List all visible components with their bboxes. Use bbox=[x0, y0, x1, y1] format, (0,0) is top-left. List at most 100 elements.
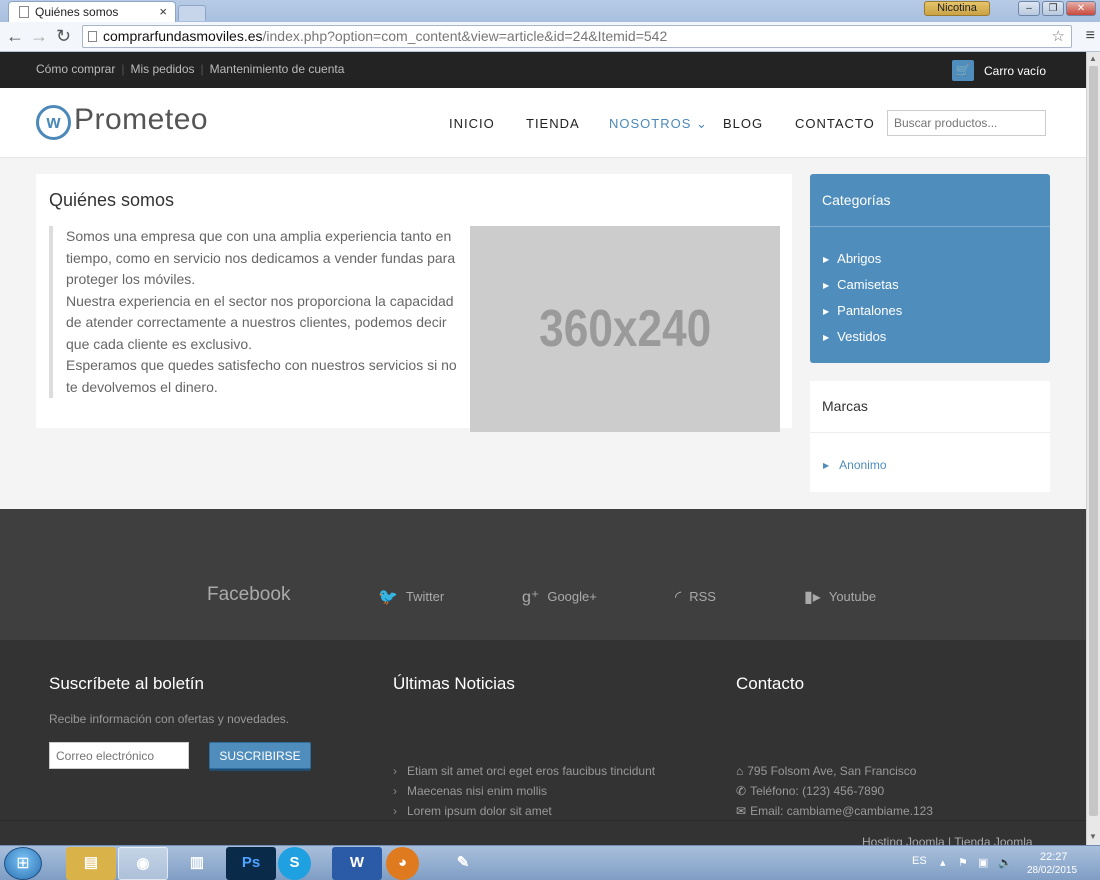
address-bar[interactable]: comprarfundasmoviles.es/index.php?option… bbox=[82, 25, 1072, 48]
tray-expand-icon[interactable]: ▴ bbox=[940, 856, 946, 869]
menu-item-tienda[interactable]: TIENDA bbox=[526, 116, 580, 131]
file-explorer-icon[interactable]: ▤ bbox=[66, 847, 116, 880]
youtube-link[interactable]: ▮▸ Youtube bbox=[804, 587, 876, 607]
news-item[interactable]: › Lorem ipsum dolor sit amet bbox=[393, 804, 552, 818]
maximize-button[interactable]: ❐ bbox=[1042, 1, 1064, 16]
chevron-right-icon: › bbox=[393, 764, 397, 778]
profile-badge[interactable]: Nicotina bbox=[924, 1, 990, 16]
brands-title: Marcas bbox=[822, 398, 868, 414]
google-plus-label: Google+ bbox=[547, 589, 597, 604]
tab-close-icon[interactable]: × bbox=[159, 2, 167, 22]
url-host: comprarfundasmoviles.es bbox=[103, 28, 263, 44]
menu-item-inicio[interactable]: INICIO bbox=[449, 116, 495, 131]
phone-icon: ✆ bbox=[736, 784, 747, 798]
article-line: Esperamos que quedes satisfecho con nues… bbox=[66, 357, 457, 373]
category-item[interactable]: ▶ Pantalones bbox=[823, 303, 902, 318]
chevron-right-icon: › bbox=[393, 804, 397, 818]
category-item[interactable]: ▶ Vestidos bbox=[823, 329, 886, 344]
chevron-down-icon: ⌄ bbox=[696, 116, 708, 131]
account-links: Cómo comprar | Mis pedidos | Mantenimiento d… bbox=[36, 62, 344, 76]
category-label: Pantalones bbox=[837, 303, 903, 318]
close-window-button[interactable]: ✕ bbox=[1066, 1, 1096, 16]
scroll-up-icon[interactable]: ▲ bbox=[1089, 54, 1097, 63]
top-bar: Cómo comprar | Mis pedidos | Mantenimiento d… bbox=[0, 52, 1086, 88]
article-line: Nuestra experiencia en el sector nos pro… bbox=[66, 292, 454, 309]
brand-label: Anonimo bbox=[839, 458, 887, 472]
chrome-icon[interactable]: ◉ bbox=[118, 847, 168, 880]
page-scrollbar[interactable]: ▲ ▼ bbox=[1086, 52, 1100, 845]
clock-time[interactable]: 22:27 bbox=[1040, 851, 1068, 863]
volume-icon[interactable]: 🔈 bbox=[998, 856, 1012, 869]
article-panel: Quiénes somos Somos una empresa que con … bbox=[36, 174, 792, 432]
brands-panel: Marcas ▶ Anonimo bbox=[810, 381, 1050, 492]
news-title: Últimas Noticias bbox=[393, 674, 515, 693]
cart-icon[interactable]: 🛒 bbox=[952, 60, 974, 81]
menu-item-label: NOSOTROS bbox=[609, 116, 692, 131]
language-indicator[interactable]: ES bbox=[912, 855, 927, 867]
link-mantenimiento-cuenta[interactable]: Mantenimiento de cuenta bbox=[210, 62, 345, 76]
menu-item-nosotros[interactable]: NOSOTROS ⌄ bbox=[609, 116, 708, 132]
contact-address: ⌂ 795 Folsom Ave, San Francisco bbox=[736, 764, 916, 778]
category-item[interactable]: ▶ Camisetas bbox=[823, 277, 899, 292]
caret-right-icon: ▶ bbox=[823, 255, 830, 264]
twitter-icon: 🐦 bbox=[378, 589, 398, 606]
app-icon[interactable]: ▥ bbox=[172, 847, 222, 880]
article-line: tiempo, como en servicio nos dedicamos a… bbox=[66, 249, 456, 266]
footer-credits[interactable]: Hosting Joomla | Tienda Joomla bbox=[862, 835, 1033, 845]
page-icon bbox=[88, 31, 97, 42]
rss-icon: ◜ bbox=[675, 589, 682, 606]
divider bbox=[810, 226, 1050, 227]
category-item[interactable]: ▶ Abrigos bbox=[823, 251, 881, 266]
flag-icon[interactable]: ⚑ bbox=[958, 856, 968, 869]
rss-link[interactable]: ◜ RSS bbox=[675, 587, 716, 607]
photoshop-icon[interactable]: Ps bbox=[226, 847, 276, 880]
article-line: de atender correctamente a nuestros clie… bbox=[66, 314, 447, 330]
news-item[interactable]: › Etiam sit amet orci eget eros faucibus … bbox=[393, 764, 655, 778]
article-line: que cada cliente es exclusivo. bbox=[66, 335, 252, 352]
home-icon: ⌂ bbox=[736, 764, 744, 778]
logo-text[interactable]: Prometeo bbox=[74, 103, 208, 137]
tab-title: Quiénes somos bbox=[35, 5, 119, 19]
contact-email: ✉ Email: cambiame@cambiame.123 bbox=[736, 804, 933, 818]
scroll-down-icon[interactable]: ▼ bbox=[1089, 832, 1097, 841]
browser-tab[interactable]: Quiénes somos × bbox=[8, 1, 176, 22]
brand-item[interactable]: ▶ Anonimo bbox=[823, 458, 887, 472]
paint-icon[interactable]: ✎ bbox=[438, 847, 488, 880]
clock-date[interactable]: 28/02/2015 bbox=[1027, 865, 1077, 876]
category-label: Vestidos bbox=[837, 329, 887, 344]
start-button[interactable]: ⊞ bbox=[4, 847, 42, 880]
scrollbar-thumb[interactable] bbox=[1089, 66, 1098, 816]
link-como-comprar[interactable]: Cómo comprar bbox=[36, 62, 115, 76]
chevron-right-icon: › bbox=[393, 784, 397, 798]
twitter-link[interactable]: 🐦 Twitter bbox=[378, 587, 444, 607]
caret-right-icon: ▶ bbox=[823, 461, 830, 470]
reload-icon[interactable]: ↻ bbox=[56, 26, 71, 46]
search-input[interactable] bbox=[887, 110, 1046, 136]
menu-item-contacto[interactable]: CONTACTO bbox=[795, 116, 875, 131]
url-path: /index.php?option=com_content&view=artic… bbox=[262, 28, 668, 44]
minimize-button[interactable]: – bbox=[1018, 1, 1040, 16]
categories-panel: Categorías ▶ Abrigos ▶ Camisetas ▶ Pantalon… bbox=[810, 174, 1050, 363]
browser-menu-icon[interactable]: ≡ bbox=[1086, 27, 1095, 45]
facebook-link[interactable]: Facebook bbox=[207, 584, 290, 606]
newsletter-email-input[interactable] bbox=[49, 742, 189, 769]
cart-label[interactable]: Carro vacío bbox=[984, 64, 1046, 78]
bookmark-star-icon[interactable]: ☆ bbox=[1052, 26, 1065, 47]
menu-item-blog[interactable]: BLOG bbox=[723, 116, 763, 131]
network-icon[interactable]: ▣ bbox=[978, 856, 988, 869]
category-label: Abrigos bbox=[837, 251, 882, 266]
new-tab-button[interactable] bbox=[178, 5, 206, 21]
email-text: Email: cambiame@cambiame.123 bbox=[750, 804, 933, 818]
back-arrow-icon[interactable]: ← bbox=[6, 26, 24, 46]
google-plus-link[interactable]: g⁺ Google+ bbox=[522, 587, 597, 607]
link-mis-pedidos[interactable]: Mis pedidos bbox=[130, 62, 194, 76]
word-icon[interactable]: W bbox=[332, 847, 382, 880]
subscribe-button[interactable]: SUSCRIBIRSE bbox=[209, 742, 311, 769]
categories-title: Categorías bbox=[822, 192, 891, 208]
logo-icon[interactable]: w bbox=[36, 105, 71, 140]
news-item[interactable]: › Maecenas nisi enim mollis bbox=[393, 784, 547, 798]
os-taskbar: ⊞ ▤ ◉ ▥ Ps S W ◕ ✎ ES ▴ ⚑ ▣ 🔈 22:27 28/0… bbox=[0, 845, 1100, 880]
skype-icon[interactable]: S bbox=[278, 847, 311, 880]
firefox-icon[interactable]: ◕ bbox=[386, 847, 419, 880]
forward-arrow-icon[interactable]: → bbox=[30, 26, 48, 46]
